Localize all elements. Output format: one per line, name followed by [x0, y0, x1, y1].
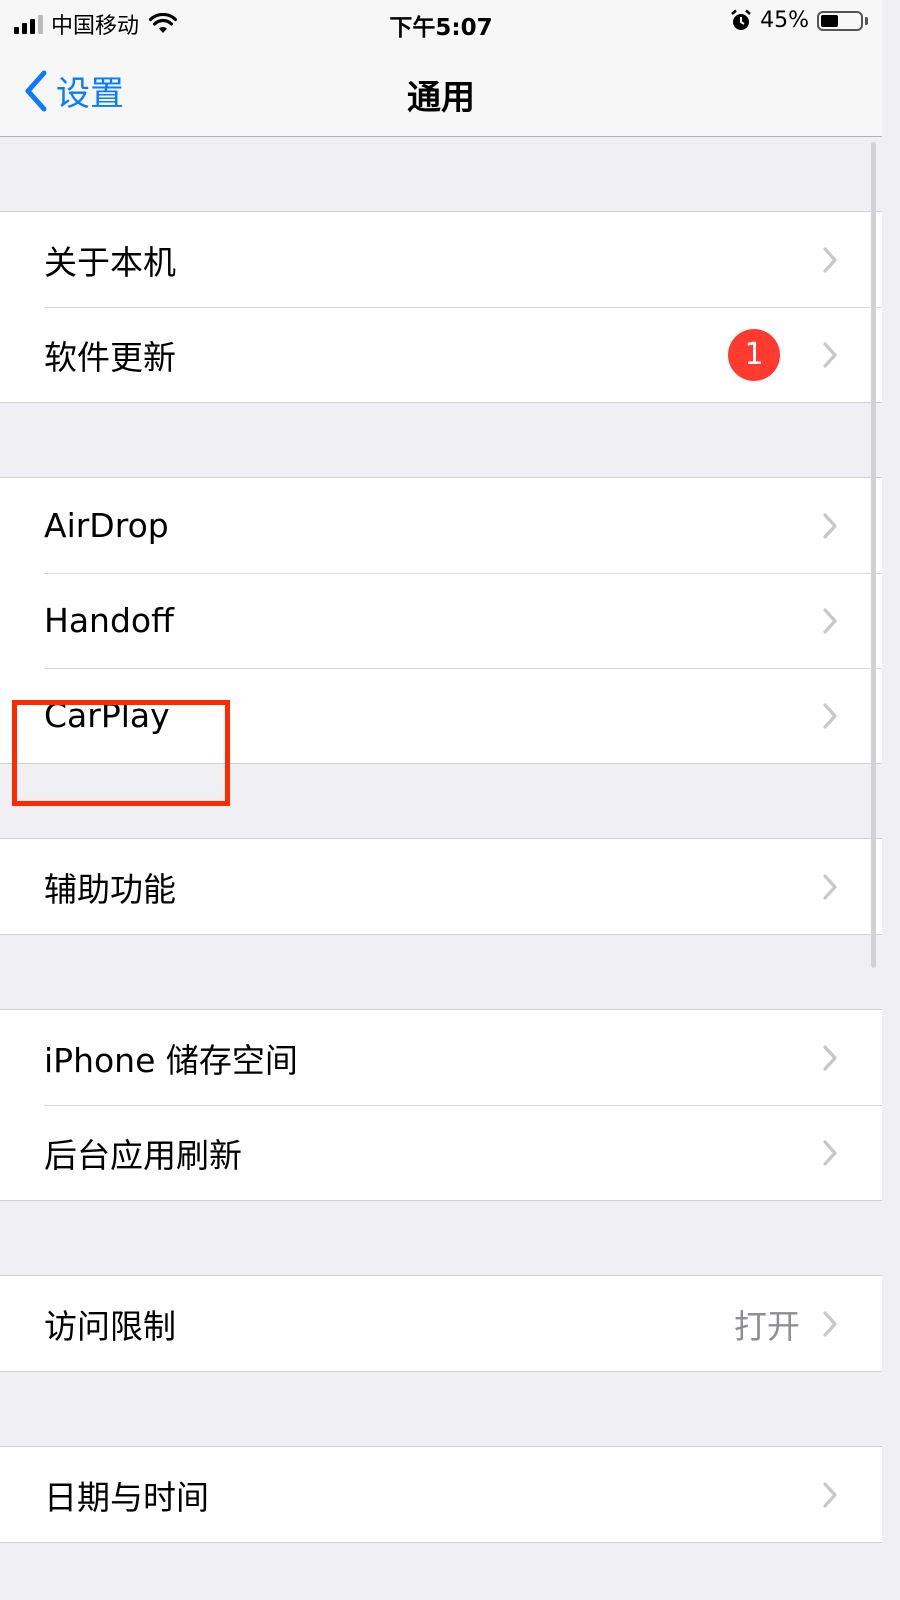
row-label: CarPlay [44, 696, 170, 735]
chevron-right-icon [823, 1044, 837, 1071]
chevron-right-icon [823, 512, 837, 539]
row-label: 日期与时间 [44, 1477, 209, 1517]
settings-group: AirDrop Handoff CarPlay [0, 477, 882, 764]
chevron-right-icon [823, 1139, 837, 1166]
settings-group: iPhone 储存空间 后台应用刷新 [0, 1009, 882, 1201]
settings-row[interactable]: 关于本机 [0, 212, 882, 307]
chevron-right-icon [823, 607, 837, 634]
settings-row[interactable]: 日期与时间 [0, 1447, 882, 1542]
page-title: 通用 [407, 78, 475, 118]
chevron-right-icon [823, 1310, 837, 1337]
settings-row[interactable]: AirDrop [0, 478, 882, 573]
chevron-right-icon [823, 341, 837, 368]
settings-list: 关于本机软件更新 1 AirDrop Handoff CarPlay 辅助功能 iPhone… [0, 137, 882, 1543]
chevron-right-icon [823, 873, 837, 900]
row-value: 打开 [734, 1306, 800, 1346]
row-label: 辅助功能 [44, 869, 176, 909]
settings-row[interactable]: 访问限制 打开 [0, 1276, 882, 1371]
settings-row[interactable]: 软件更新 1 [0, 307, 882, 402]
settings-group: 辅助功能 [0, 838, 882, 935]
scrollbar[interactable] [871, 142, 876, 968]
row-label: 访问限制 [44, 1306, 176, 1346]
navigation-bar: 设置 通用 [0, 44, 882, 137]
battery-percent: 45% [760, 8, 809, 33]
row-label: Handoff [44, 601, 174, 640]
settings-group: 关于本机软件更新 1 [0, 211, 882, 403]
row-label: 后台应用刷新 [44, 1135, 242, 1175]
settings-row[interactable]: CarPlay [0, 668, 882, 763]
battery-tip [865, 16, 868, 25]
settings-row[interactable]: 辅助功能 [0, 839, 882, 934]
update-badge: 1 [728, 328, 780, 381]
row-label: AirDrop [44, 506, 169, 545]
status-right: 45% [730, 8, 868, 33]
settings-row[interactable]: Handoff [0, 573, 882, 668]
settings-row[interactable]: iPhone 储存空间 [0, 1010, 882, 1105]
row-label: iPhone 储存空间 [44, 1040, 298, 1080]
settings-row[interactable]: 后台应用刷新 [0, 1105, 882, 1200]
battery-icon [817, 10, 863, 31]
chevron-right-icon [823, 246, 837, 273]
settings-group: 日期与时间 [0, 1446, 882, 1543]
chevron-right-icon [823, 702, 837, 729]
alarm-icon [731, 9, 751, 30]
chevron-right-icon [823, 1481, 837, 1508]
status-bar: 中国移动 下午5:07 45% [0, 0, 882, 44]
row-label: 关于本机 [44, 242, 176, 282]
row-label: 软件更新 [44, 337, 176, 377]
settings-group: 访问限制 打开 [0, 1275, 882, 1372]
